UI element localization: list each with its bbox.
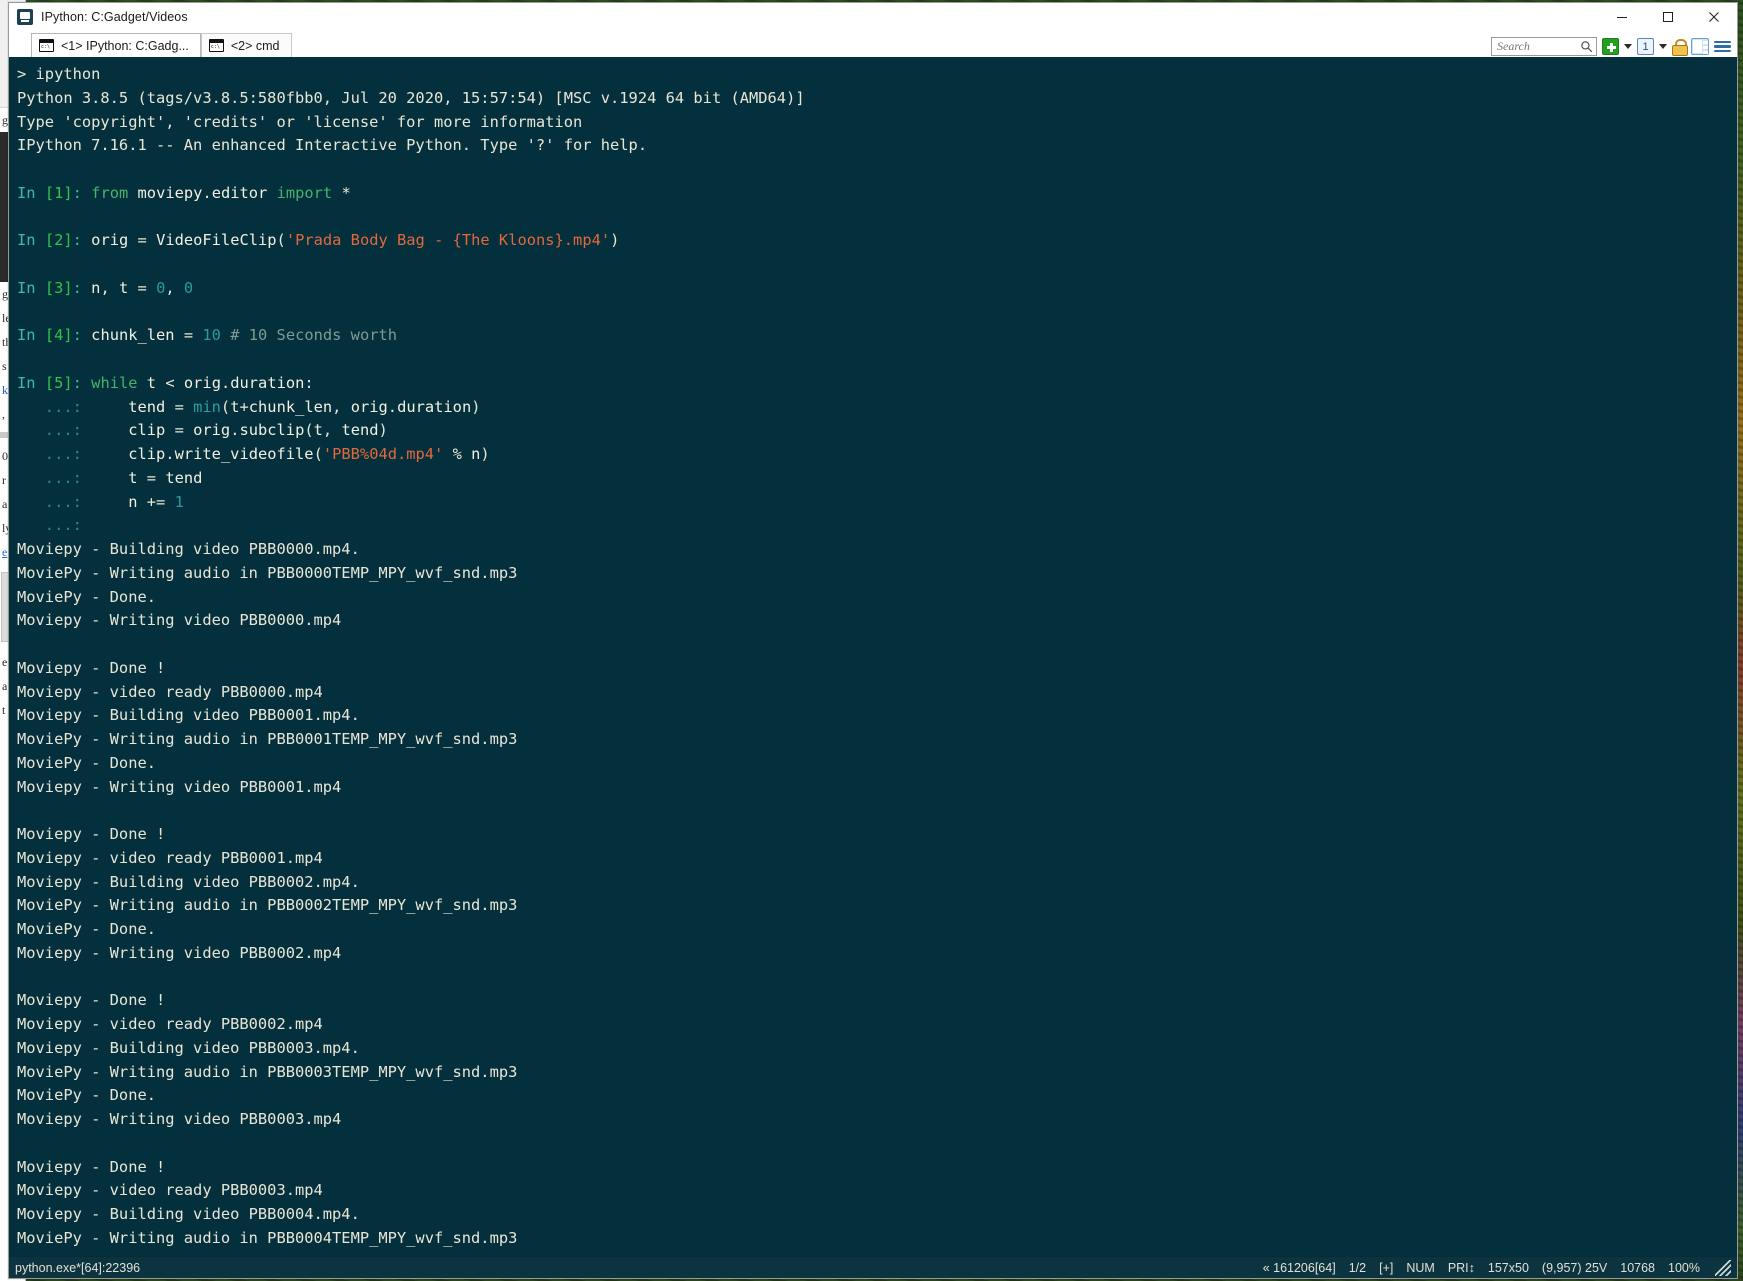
toolbar: 1 [1491,37,1737,57]
console-icon [39,39,54,52]
search-icon[interactable] [1580,40,1593,53]
status-insert-mode: [+] [1379,1260,1394,1275]
minimize-icon[interactable] [1599,3,1645,31]
tab-label: <1> IPython: C:Gadg... [61,38,189,53]
terminal-output[interactable]: > ipython Python 3.8.5 (tags/v3.8.5:580fb… [17,63,1737,1251]
close-icon[interactable] [1691,3,1737,31]
status-buffer: « 161206[64] [1262,1260,1336,1275]
status-num-lock: NUM [1406,1260,1435,1275]
lock-icon[interactable] [1672,38,1688,56]
window-controls [1599,3,1737,31]
search-input[interactable] [1497,39,1580,54]
tab-bar: <1> IPython: C:Gadg... <2> cmd 1 [9,31,1737,57]
plus-icon[interactable] [1602,38,1619,55]
maximize-icon[interactable] [1645,3,1691,31]
status-handle: 10768 [1620,1260,1656,1275]
title-bar-left: IPython: C:Gadget/Videos [9,9,188,25]
resize-grip-icon[interactable] [1715,1259,1731,1276]
chevron-down-icon[interactable] [1659,44,1667,49]
status-process: python.exe*[64]:22396 [15,1260,141,1275]
status-right-group: « 161206[64] 1/2 [+] NUM PRI↕ 157x50 (9,… [1262,1259,1737,1276]
tab-label: <2> cmd [230,38,280,53]
tab-ipython[interactable]: <1> IPython: C:Gadg... [31,33,201,57]
status-priority: PRI↕ [1447,1260,1475,1275]
conemu-window: IPython: C:Gadget/Videos <1> IPython: C:… [8,2,1738,1279]
ipython-console-icon [17,9,33,25]
search-box[interactable] [1491,37,1597,56]
window-title: IPython: C:Gadget/Videos [41,10,188,24]
status-cursor: (9,957) 25V [1541,1260,1608,1275]
status-tab-count: 1/2 [1348,1260,1367,1275]
status-bar: python.exe*[64]:22396 « 161206[64] 1/2 [… [9,1256,1737,1278]
hamburger-menu-icon[interactable] [1714,39,1731,54]
tab-cmd[interactable]: <2> cmd [200,33,292,57]
status-zoom: 100% [1668,1260,1700,1275]
active-console-indicator[interactable]: 1 [1637,38,1654,55]
panel-view-icon[interactable] [1691,38,1709,55]
console-icon [208,39,224,52]
status-size: 157x50 [1487,1260,1529,1275]
tab-list: <1> IPython: C:Gadg... <2> cmd [9,33,292,57]
terminal-viewport[interactable]: > ipython Python 3.8.5 (tags/v3.8.5:580fb… [9,57,1737,1256]
chevron-down-icon[interactable] [1624,44,1632,49]
title-bar[interactable]: IPython: C:Gadget/Videos [9,3,1737,31]
